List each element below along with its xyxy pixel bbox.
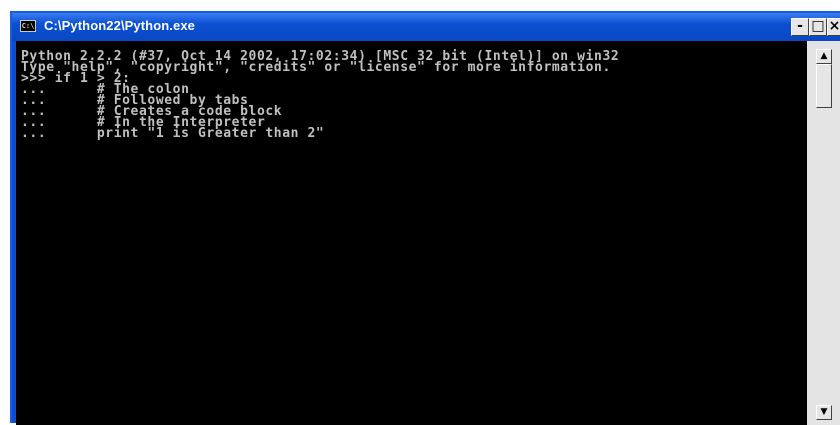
- scroll-thumb[interactable]: [816, 64, 832, 108]
- vertical-scrollbar[interactable]: ▲ ▼: [807, 41, 840, 425]
- scroll-up-arrow-icon[interactable]: ▲: [816, 49, 832, 64]
- scroll-down-arrow-icon[interactable]: ▼: [816, 405, 832, 420]
- console-line: Type "help", "copyright", "credits" or "…: [21, 60, 611, 75]
- console-output[interactable]: Python 2.2.2 (#37, Oct 14 2002, 17:02:34…: [16, 41, 807, 425]
- title-bar[interactable]: C:\ C:\Python22\Python.exe - □ ×: [12, 13, 840, 41]
- maximize-button[interactable]: □: [809, 18, 827, 36]
- console-line: ... print "1 is Greater than 2": [21, 126, 325, 141]
- console-icon[interactable]: C:\: [20, 20, 36, 32]
- window-title: C:\Python22\Python.exe: [44, 18, 196, 33]
- minimize-button[interactable]: -: [791, 18, 809, 36]
- console-window: C:\ C:\Python22\Python.exe - □ × Python …: [10, 11, 840, 425]
- close-button[interactable]: ×: [827, 18, 840, 36]
